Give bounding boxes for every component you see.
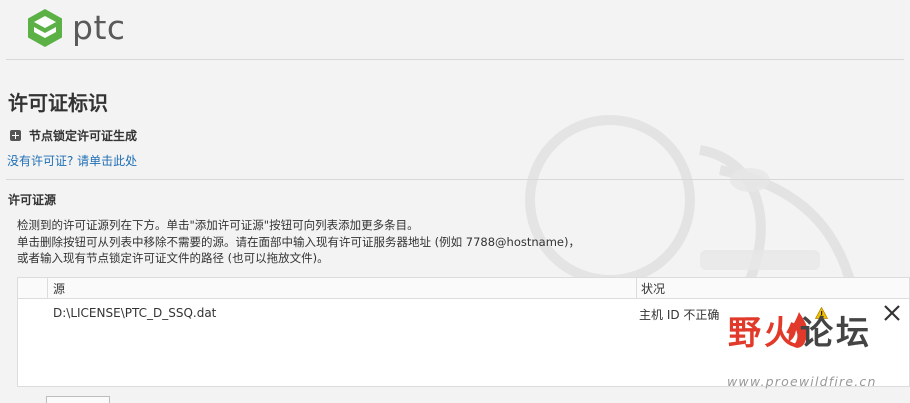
watermark-chinese: 野火论坛	[728, 316, 872, 349]
table-header: 源 状况	[18, 278, 909, 299]
column-header-source[interactable]: 源	[53, 280, 65, 297]
no-license-link[interactable]: 没有许可证? 请单击此处	[7, 152, 137, 169]
page-title: 许可证标识	[8, 91, 108, 115]
ptc-logo: ptc	[26, 8, 126, 48]
watermark: 野火论坛 www.proewildfire.cn	[725, 312, 910, 400]
column-header-status[interactable]: 状况	[641, 280, 665, 297]
license-sources-title: 许可证源	[8, 193, 57, 207]
logo-text: ptc	[72, 7, 126, 47]
node-locked-generation-toggle[interactable]: 节点锁定许可证生成	[10, 127, 137, 144]
column-divider	[47, 278, 48, 298]
expand-plus-icon[interactable]	[10, 130, 21, 141]
ptc-logo-icon	[28, 9, 62, 47]
watermark-url: www.proewildfire.cn	[727, 374, 877, 389]
description-line: 检测到的许可证源列在下方。单击"添加许可证源"按钮可向列表添加更多条目。	[17, 218, 419, 232]
section-divider	[6, 179, 904, 180]
source-path-cell[interactable]: D:\LICENSE\PTC_D_SSQ.dat	[53, 306, 216, 320]
description-line: 或者输入现有节点锁定许可证文件的路径 (也可以拖放文件)。	[17, 251, 329, 265]
header: ptc	[0, 0, 910, 60]
watermark-text: 野火论坛	[728, 313, 872, 352]
header-divider	[6, 59, 904, 60]
column-divider[interactable]	[636, 278, 637, 298]
status-cell: 主机 ID 不正确	[639, 308, 720, 322]
node-locked-generation-label: 节点锁定许可证生成	[29, 129, 138, 143]
description-line: 单击删除按钮可从列表中移除不需要的源。请在面部中输入现有许可证服务器地址 (例如…	[17, 234, 580, 249]
license-sources-description: 检测到的许可证源列在下方。单击"添加许可证源"按钮可向列表添加更多条目。 单击删…	[17, 217, 580, 267]
